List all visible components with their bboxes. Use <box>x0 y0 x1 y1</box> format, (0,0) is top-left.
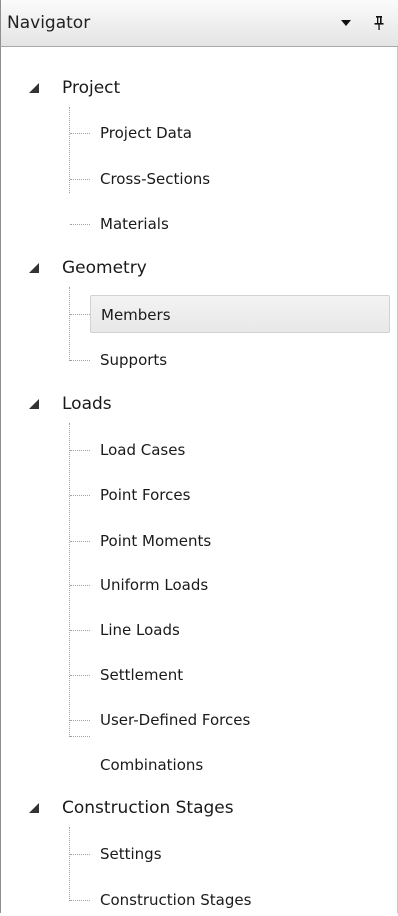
tree-connector <box>70 224 90 225</box>
tree-connector <box>70 900 90 901</box>
tree-connector <box>70 133 90 134</box>
tree-connector <box>69 423 70 737</box>
expanded-triangle-icon[interactable] <box>28 398 40 410</box>
tree-connector <box>70 720 90 721</box>
tree-item-label: Line Loads <box>100 621 180 639</box>
pin-button[interactable] <box>368 12 390 34</box>
tree-connector <box>70 630 90 631</box>
dropdown-arrow-icon <box>341 20 351 26</box>
tree-item-materials[interactable]: Materials <box>90 208 390 240</box>
tree-item-user-defined-forces[interactable]: User-Defined Forces <box>90 704 390 736</box>
navigator-title: Navigator <box>7 13 91 33</box>
tree-connector <box>70 450 90 451</box>
window-position-dropdown-button[interactable] <box>335 12 357 34</box>
tree-item-point-moments[interactable]: Point Moments <box>90 525 390 557</box>
tree-item-label: Materials <box>100 215 169 233</box>
tree-item-label: User-Defined Forces <box>100 711 251 729</box>
navigator-title-bar: Navigator <box>0 0 398 47</box>
tree-item-label: Settlement <box>100 666 184 684</box>
tree-item-label: Construction Stages <box>100 891 252 909</box>
tree-item-label: Point Forces <box>100 486 191 504</box>
tree-item-label: Point Moments <box>100 532 212 550</box>
tree-connector <box>70 360 90 361</box>
tree-item-project-data[interactable]: Project Data <box>90 117 390 149</box>
tree-group-project[interactable]: Project <box>0 72 398 104</box>
tree-connector <box>69 827 70 901</box>
tree-group-label: Geometry <box>62 258 147 278</box>
tree-item-supports[interactable]: Supports <box>90 344 390 376</box>
tree-connector <box>70 541 90 542</box>
expanded-triangle-icon[interactable] <box>28 802 40 814</box>
tree-item-point-forces[interactable]: Point Forces <box>90 479 390 511</box>
tree-connector <box>70 179 90 180</box>
tree-item-settlement[interactable]: Settlement <box>90 659 390 691</box>
tree-group-label: Loads <box>62 394 112 414</box>
tree-item-label: Load Cases <box>100 441 186 459</box>
tree-connector <box>70 314 90 315</box>
tree-item-label: Project Data <box>100 124 192 142</box>
tree-item-label: Combinations <box>100 756 204 774</box>
tree-item-settings[interactable]: Settings <box>90 838 390 870</box>
tree-item-cross-sections[interactable]: Cross-Sections <box>90 163 390 195</box>
tree-item-label: Uniform Loads <box>100 576 209 594</box>
tree-group-construction-stages[interactable]: Construction Stages <box>0 792 398 824</box>
pin-icon <box>374 16 384 30</box>
tree-connector <box>70 675 90 676</box>
tree-group-geometry[interactable]: Geometry <box>0 252 398 284</box>
tree-item-line-loads[interactable]: Line Loads <box>90 614 390 646</box>
tree-connector <box>70 854 90 855</box>
tree-connector <box>70 585 90 586</box>
tree-group-label: Project <box>62 78 121 98</box>
tree-item-construction-stages[interactable]: Construction Stages <box>90 884 390 916</box>
tree-item-load-cases[interactable]: Load Cases <box>90 434 390 466</box>
tree-group-loads[interactable]: Loads <box>0 388 398 420</box>
tree-connector <box>70 736 90 737</box>
tree-connector <box>70 495 90 496</box>
tree-item-label: Settings <box>100 845 162 863</box>
tree-item-uniform-loads[interactable]: Uniform Loads <box>90 569 390 601</box>
tree-group-label: Construction Stages <box>62 798 234 818</box>
expanded-triangle-icon[interactable] <box>28 262 40 274</box>
tree-item-combinations[interactable]: Combinations <box>90 749 390 781</box>
expanded-triangle-icon[interactable] <box>28 82 40 94</box>
tree-connector <box>69 107 70 193</box>
tree-item-members[interactable]: Members <box>90 295 390 333</box>
navigator-tree: Project Project Data Cross-Sections Mate… <box>0 47 398 913</box>
tree-item-label: Supports <box>100 351 168 369</box>
tree-connector <box>69 287 70 361</box>
navigator-panel: Navigator Project Project Data Cross-Sec… <box>0 0 398 913</box>
tree-item-label: Cross-Sections <box>100 170 211 188</box>
tree-item-label: Members <box>101 306 171 324</box>
